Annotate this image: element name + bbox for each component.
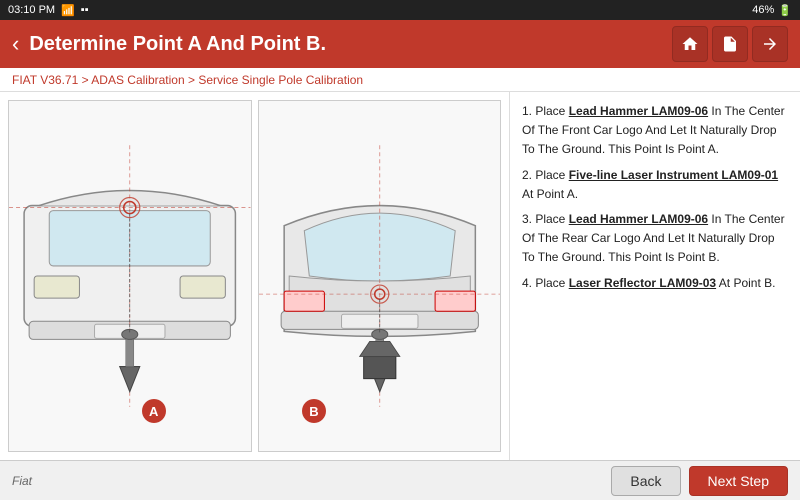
battery-icon: 🔋: [778, 4, 792, 17]
main-content: A: [0, 92, 800, 460]
footer: Fiat Back Next Step: [0, 460, 800, 500]
step4-text: 4. Place Laser Reflector LAM09-03 At Poi…: [522, 274, 788, 293]
footer-buttons: Back Next Step: [611, 466, 788, 496]
step4-link: Laser Reflector LAM09-03: [569, 276, 716, 290]
brand-label: Fiat: [12, 474, 32, 488]
step1-text: 1. Place Lead Hammer LAM09-06 In The Cen…: [522, 102, 788, 160]
images-panel: A: [0, 92, 510, 460]
forward-button[interactable]: [752, 26, 788, 62]
step3-text: 3. Place Lead Hammer LAM09-06 In The Cen…: [522, 210, 788, 268]
car-front-svg: [9, 101, 251, 451]
status-bar: 03:10 PM 📶 ▪▪ 46% 🔋: [0, 0, 800, 20]
header-icons: [672, 26, 788, 62]
car-image-a: A: [8, 100, 252, 452]
car-image-b: B: [258, 100, 502, 452]
step2-link: Five-line Laser Instrument LAM09-01: [569, 168, 778, 182]
document-button[interactable]: [712, 26, 748, 62]
instructions-panel: 1. Place Lead Hammer LAM09-06 In The Cen…: [510, 92, 800, 460]
time: 03:10 PM: [8, 4, 55, 16]
forward-icon: [761, 35, 779, 53]
page-title: Determine Point A And Point B.: [29, 33, 326, 56]
header: ‹ Determine Point A And Point B.: [0, 20, 800, 68]
back-button[interactable]: ‹: [12, 31, 19, 57]
battery-level: 46%: [752, 4, 774, 16]
step3-link: Lead Hammer LAM09-06: [569, 212, 708, 226]
step1-link: Lead Hammer LAM09-06: [569, 104, 708, 118]
signal-icon: ▪▪: [81, 4, 89, 16]
car-rear-svg: [259, 101, 501, 451]
status-right: 46% 🔋: [752, 4, 792, 17]
breadcrumb: FIAT V36.71 > ADAS Calibration > Service…: [0, 68, 800, 92]
wifi-icon: 📶: [61, 4, 75, 17]
header-left: ‹ Determine Point A And Point B.: [12, 31, 326, 57]
document-icon: [721, 35, 739, 53]
status-left: 03:10 PM 📶 ▪▪: [8, 4, 89, 17]
step2-text: 2. Place Five-line Laser Instrument LAM0…: [522, 166, 788, 204]
home-icon: [681, 35, 699, 53]
next-step-button[interactable]: Next Step: [689, 466, 788, 496]
label-a: A: [142, 399, 166, 423]
label-b: B: [302, 399, 326, 423]
back-button[interactable]: Back: [611, 466, 680, 496]
home-button[interactable]: [672, 26, 708, 62]
